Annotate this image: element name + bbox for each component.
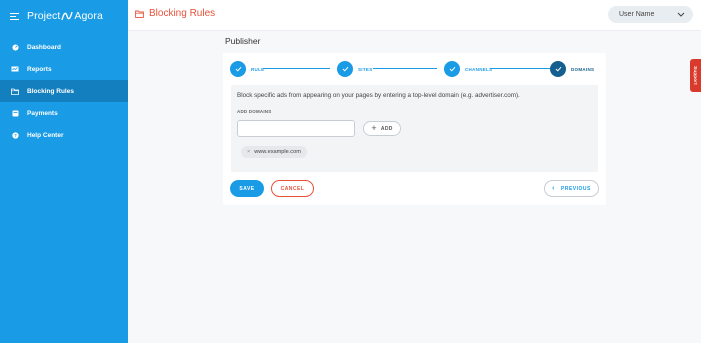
sidebar-item-help-center[interactable]: ? Help Center [0, 124, 128, 146]
logo-mark-icon [61, 11, 74, 21]
step-label: RULE [251, 66, 265, 72]
reports-icon [11, 65, 19, 73]
dashboard-icon [11, 43, 19, 51]
stepper: RULE SITES CHANNELS DOMAINS [223, 53, 606, 83]
logo[interactable]: Project Agora [27, 10, 103, 22]
user-name: User Name [619, 11, 655, 18]
step-rule[interactable]: RULE [230, 61, 264, 77]
step-label: SITES [358, 66, 373, 72]
hamburger-menu-icon[interactable] [10, 12, 19, 20]
folder-icon [135, 10, 144, 18]
payments-icon [11, 109, 19, 117]
chevron-down-icon [677, 12, 685, 17]
support-tab-label: Support [693, 66, 698, 85]
section-title: Publisher [225, 36, 261, 46]
add-domain-button[interactable]: + ADD [363, 121, 401, 136]
sidebar-item-blocking-rules[interactable]: Blocking Rules [0, 80, 128, 102]
previous-button-label: PREVIOUS [561, 185, 591, 192]
sidebar-item-payments[interactable]: Payments [0, 102, 128, 124]
step-connector [263, 68, 330, 69]
sidebar-item-label: Dashboard [27, 43, 61, 51]
domains-description: Block specific ads from appearing on you… [237, 92, 520, 99]
step-label: CHANNELS [465, 66, 493, 72]
step-connector [490, 68, 550, 69]
sidebar-item-label: Blocking Rules [27, 87, 74, 95]
sidebar-item-label: Reports [27, 65, 52, 73]
logo-text-project: Project [27, 10, 61, 22]
step-channels[interactable]: CHANNELS [444, 61, 492, 77]
check-icon [337, 61, 353, 77]
svg-text:?: ? [14, 133, 17, 138]
help-icon: ? [11, 131, 19, 139]
sidebar-nav: Dashboard Reports Blocking Rules Payment… [0, 36, 128, 146]
cancel-button[interactable]: CANCEL [271, 180, 314, 197]
check-icon [444, 61, 460, 77]
plus-icon: + [371, 123, 377, 133]
domains-panel: Block specific ads from appearing on you… [231, 85, 598, 172]
blocking-rule-wizard: RULE SITES CHANNELS DOMAINS Block specif… [223, 53, 606, 205]
sidebar-item-reports[interactable]: Reports [0, 58, 128, 80]
domain-input[interactable] [237, 120, 355, 137]
previous-button[interactable]: ‹ PREVIOUS [544, 180, 599, 197]
sidebar-item-label: Help Center [27, 131, 64, 139]
logo-text-agora: Agora [74, 10, 103, 22]
check-icon [550, 61, 566, 77]
page-title-text: Blocking Rules [149, 8, 216, 19]
brand: Project Agora [10, 8, 103, 24]
add-domains-label: ADD DOMAINS [237, 109, 272, 114]
check-icon [230, 61, 246, 77]
sidebar-item-label: Payments [27, 109, 58, 117]
support-tab[interactable]: Support [690, 59, 701, 92]
step-domains[interactable]: DOMAINS [550, 61, 594, 77]
sidebar-item-dashboard[interactable]: Dashboard [0, 36, 128, 58]
step-connector [373, 68, 437, 69]
domain-chip-label: www.example.com [254, 149, 301, 155]
step-label: DOMAINS [571, 66, 595, 72]
step-sites[interactable]: SITES [337, 61, 373, 77]
sidebar: Project Agora Dashboard Reports Blocking… [0, 0, 128, 343]
remove-domain-icon[interactable]: × [247, 149, 250, 155]
top-bar: Blocking Rules User Name [128, 0, 701, 31]
page-title: Blocking Rules [135, 8, 215, 19]
save-button[interactable]: SAVE [230, 180, 264, 197]
domain-chip: × www.example.com [241, 146, 307, 158]
folder-icon [11, 87, 19, 95]
user-menu-dropdown[interactable]: User Name [608, 6, 693, 23]
add-button-label: ADD [380, 125, 393, 132]
chevron-left-icon: ‹ [552, 185, 555, 192]
